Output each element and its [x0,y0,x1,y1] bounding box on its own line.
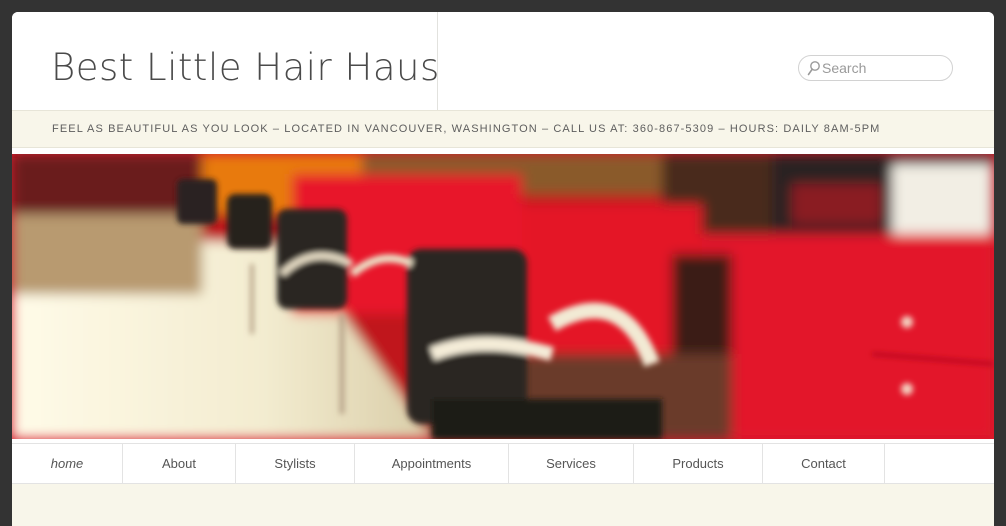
main-nav: home About Stylists Appointments Service… [12,443,994,484]
nav-item-services[interactable]: Services [509,444,634,483]
nav-item-appointments[interactable]: Appointments [355,444,509,483]
content-area [12,484,994,526]
header-divider [437,12,438,110]
search-icon [807,60,821,76]
site-header: Best Little Hair Haus [12,12,994,110]
site-title[interactable]: Best Little Hair Haus [51,46,440,89]
nav-item-contact[interactable]: Contact [763,444,885,483]
tagline-text: FEEL AS BEAUTIFUL AS YOU LOOK – LOCATED … [52,123,881,135]
nav-item-stylists[interactable]: Stylists [236,444,355,483]
page: Best Little Hair Haus FEEL AS BEAUTIFUL … [12,12,994,526]
search-box[interactable] [798,55,953,81]
tagline-bar: FEEL AS BEAUTIFUL AS YOU LOOK – LOCATED … [12,110,994,148]
nav-item-home[interactable]: home [12,444,123,483]
nav-item-products[interactable]: Products [634,444,763,483]
search-input[interactable] [822,59,942,77]
hero-image [12,154,994,439]
nav-item-about[interactable]: About [123,444,236,483]
